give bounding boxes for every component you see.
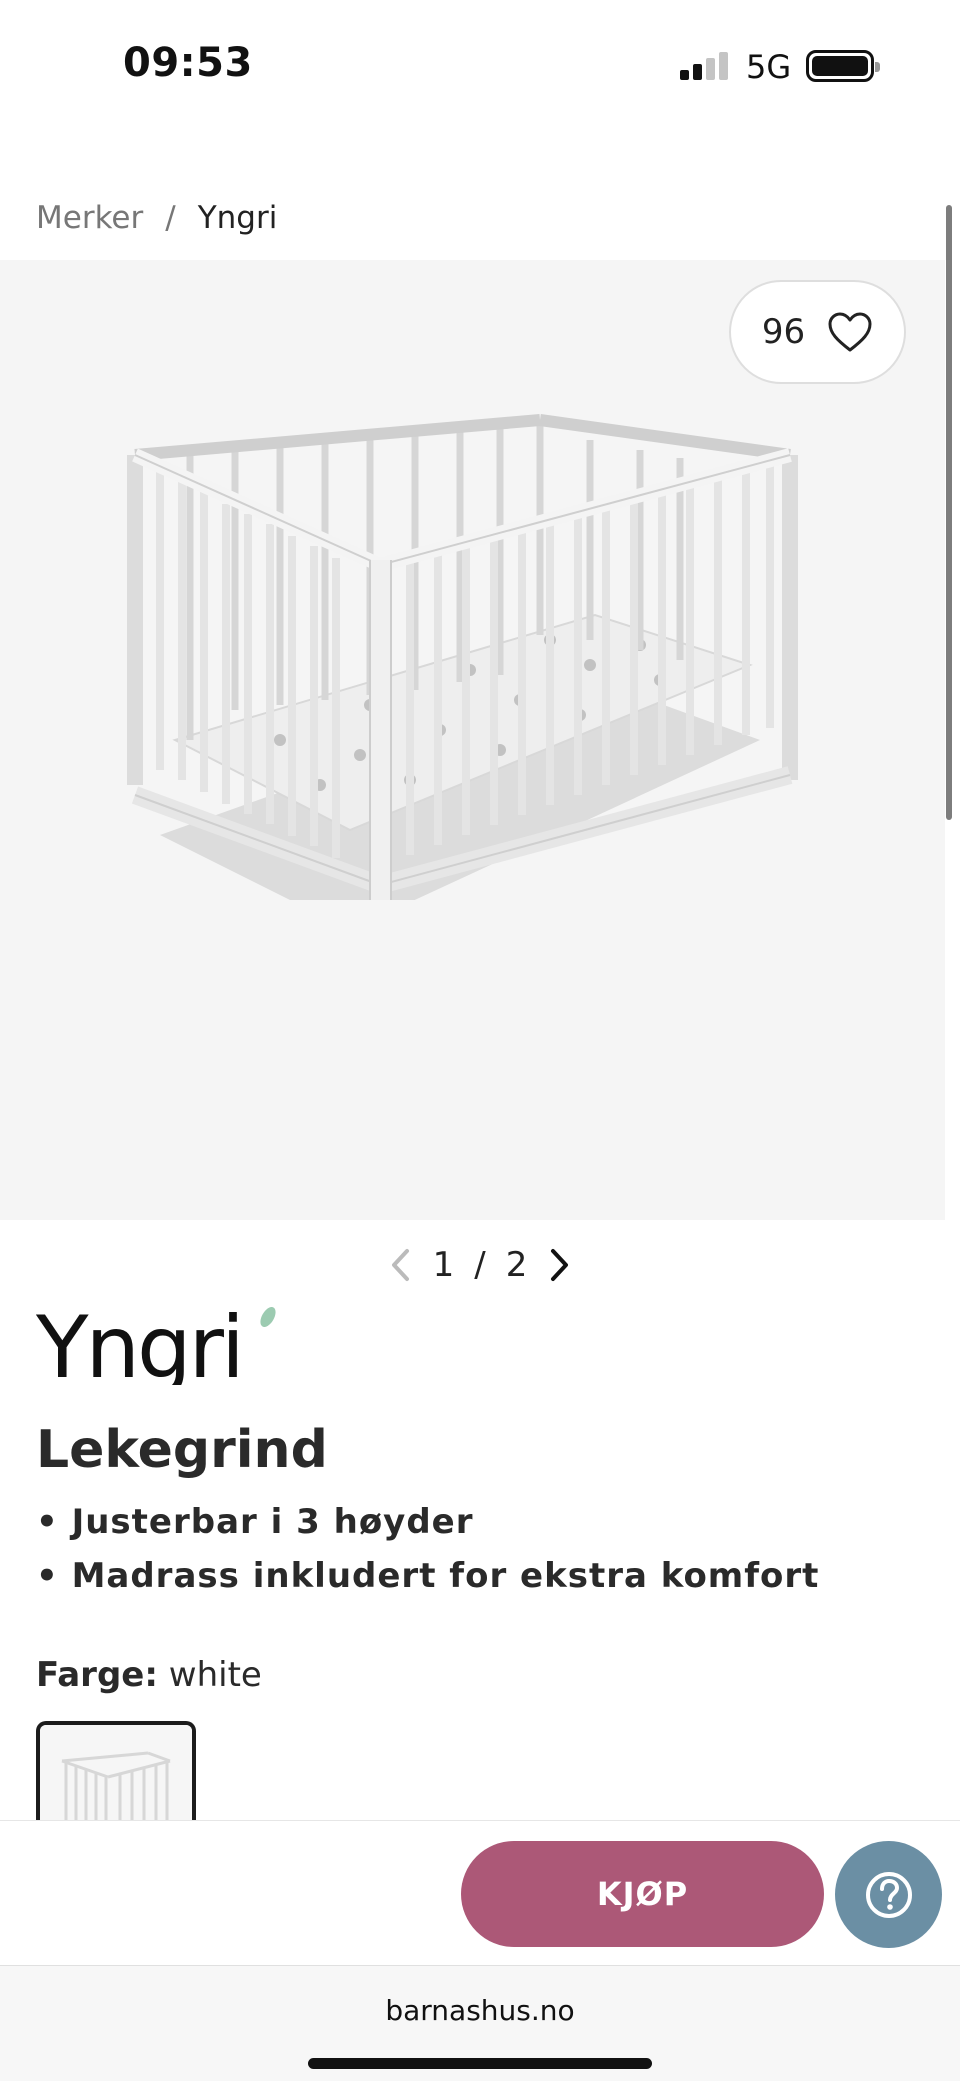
help-button[interactable] bbox=[835, 1841, 942, 1948]
product-feature-list: • Justerbar i 3 høyder • Madrass inklude… bbox=[36, 1495, 819, 1603]
chevron-left-icon[interactable] bbox=[389, 1247, 413, 1283]
battery-icon bbox=[806, 50, 880, 82]
product-gallery[interactable]: 96 bbox=[0, 260, 945, 1220]
color-value: white bbox=[168, 1655, 262, 1695]
breadcrumb-current: Yngri bbox=[197, 200, 278, 236]
status-time: 09:53 bbox=[123, 40, 253, 86]
page-scrollbar[interactable] bbox=[946, 205, 952, 820]
buy-button[interactable]: KJØP bbox=[461, 1841, 824, 1947]
heart-icon bbox=[828, 312, 872, 352]
address-url[interactable]: barnashus.no bbox=[0, 1994, 960, 2027]
gallery-total-count: 2 bbox=[505, 1245, 528, 1285]
breadcrumb-link-merker[interactable]: Merker bbox=[36, 200, 143, 236]
brand-logo-yngri[interactable]: Yngri bbox=[36, 1305, 296, 1385]
purchase-bar: KJØP bbox=[0, 1820, 960, 1965]
svg-text:Yngri: Yngri bbox=[36, 1305, 242, 1385]
chevron-right-icon[interactable] bbox=[547, 1247, 571, 1283]
color-swatch-white[interactable] bbox=[36, 1721, 196, 1826]
favorite-button[interactable]: 96 bbox=[729, 280, 906, 384]
feature-item: • Madrass inkludert for ekstra komfort bbox=[36, 1556, 820, 1596]
breadcrumb-separator: / bbox=[165, 200, 176, 236]
product-name: Lekegrind bbox=[36, 1420, 328, 1480]
feature-item: • Justerbar i 3 høyder bbox=[36, 1502, 474, 1542]
breadcrumb: Merker / Yngri bbox=[36, 200, 277, 236]
color-label: Farge: bbox=[36, 1655, 158, 1695]
network-label: 5G bbox=[746, 48, 792, 86]
gallery-pager: 1 / 2 bbox=[0, 1240, 960, 1290]
home-indicator[interactable] bbox=[308, 2058, 652, 2069]
help-icon bbox=[865, 1871, 912, 1918]
gallery-index-separator: / bbox=[474, 1245, 486, 1285]
swatch-thumbnail bbox=[40, 1725, 192, 1826]
color-selection-label: Farge: white bbox=[36, 1655, 262, 1695]
browser-address-bar[interactable]: barnashus.no bbox=[0, 1965, 960, 2081]
product-image-playpen bbox=[127, 414, 798, 900]
favorite-count: 96 bbox=[761, 312, 806, 352]
signal-icon bbox=[680, 52, 732, 80]
status-bar: 09:53 5G bbox=[0, 0, 960, 130]
gallery-current-index: 1 bbox=[432, 1245, 455, 1285]
